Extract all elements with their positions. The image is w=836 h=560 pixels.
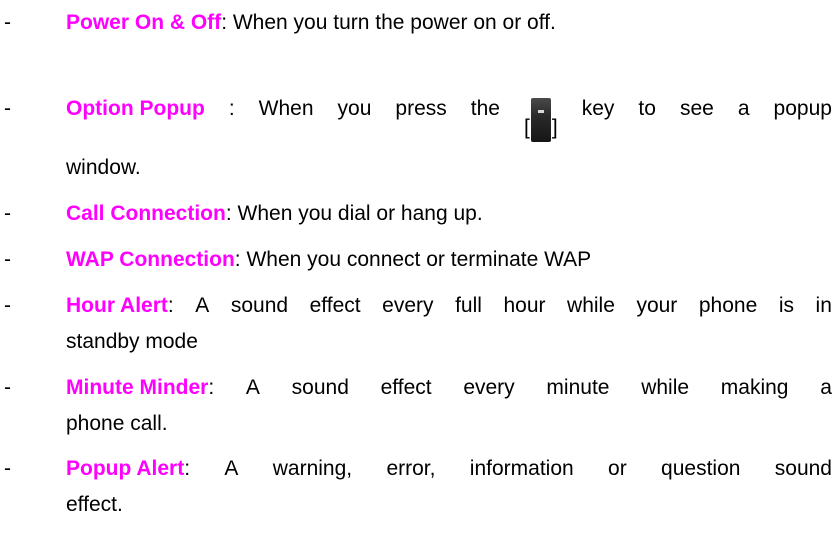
term-option-popup: Option Popup [66, 97, 205, 120]
desc-when: : [228, 97, 235, 120]
item-continuation: window. [66, 156, 141, 179]
term-minute-minder: Minute Minder [66, 376, 209, 399]
bullet-dash: - [4, 294, 11, 317]
w-press: press [395, 97, 447, 120]
w-the: the [470, 97, 500, 120]
term-hour-alert: Hour Alert [66, 294, 168, 317]
item-line: Call Connection: When you dial or hang u… [66, 203, 832, 224]
bullet-dash: - [4, 202, 11, 225]
item-continuation: effect. [66, 493, 123, 516]
desc-call-connection: : When you dial or hang up. [225, 202, 483, 225]
item-continuation: phone call. [66, 412, 168, 435]
soft-key-icon [530, 98, 551, 142]
w-a: a [737, 97, 750, 120]
term-popup-alert: Popup Alert [66, 457, 185, 480]
bullet-dash: - [4, 97, 11, 120]
item-line: Option Popup : When you press the [] key… [66, 98, 832, 142]
w-you: you [337, 97, 372, 120]
term-wap-connection: WAP Connection [66, 248, 235, 271]
bullet-dash: - [4, 248, 11, 271]
term-power: Power On & Off [66, 11, 222, 34]
bullet-dash: - [4, 11, 11, 34]
w-when: When [258, 97, 314, 120]
item-line: WAP Connection: When you connect or term… [66, 249, 832, 270]
w-key: key [581, 97, 615, 120]
item-line: Popup Alert: Awarning, error, information o… [66, 457, 832, 480]
key-bracket: [] [524, 98, 558, 142]
item-continuation: standby mode [66, 330, 198, 353]
item-line: Power On & Off: When you turn the power … [66, 12, 832, 33]
w-see: see [679, 97, 714, 120]
term-call-connection: Call Connection [66, 202, 226, 225]
item-line: Minute Minder: Asound effect every minute wh… [66, 376, 832, 399]
desc-power: : When you turn the power on or off. [221, 11, 556, 34]
w-popup: popup [773, 97, 832, 120]
bullet-dash: - [4, 376, 11, 399]
w-to: to [638, 97, 656, 120]
item-line: Hour Alert: Asound effect every full hour whi… [66, 294, 832, 317]
bullet-dash: - [4, 457, 11, 480]
desc-wap-connection: : When you connect or terminate WAP [234, 248, 592, 271]
